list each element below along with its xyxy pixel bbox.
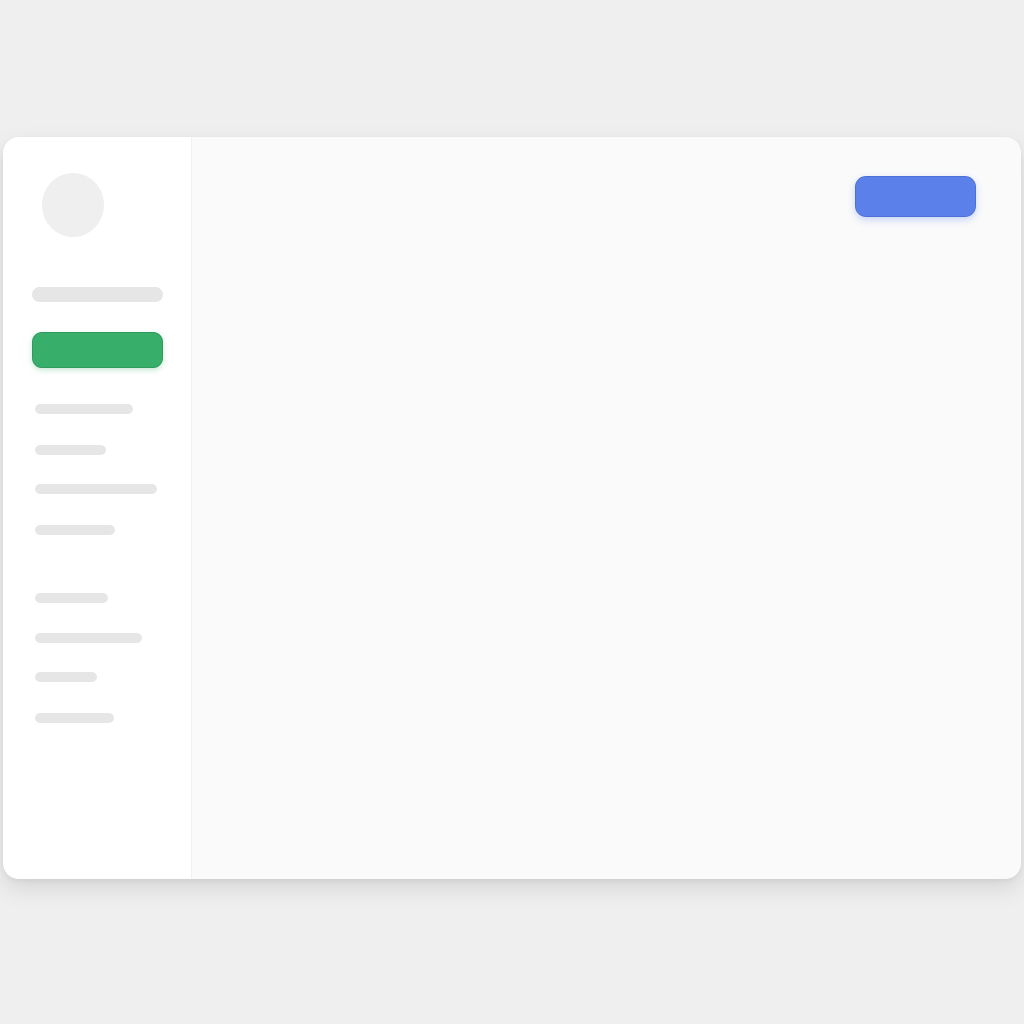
sidebar-item-6[interactable] [35,633,142,643]
sidebar-item-7[interactable] [35,672,97,682]
primary-nav-button[interactable] [32,332,163,368]
sidebar-item-5[interactable] [35,593,108,603]
sidebar-item-2[interactable] [35,445,106,455]
sidebar-item-3[interactable] [35,484,157,494]
sidebar-item-4[interactable] [35,525,115,535]
sidebar-item-8[interactable] [35,713,114,723]
sidebar-header-placeholder [32,287,163,302]
app-window [3,137,1021,879]
sidebar-item-1[interactable] [35,404,133,414]
avatar[interactable] [42,173,104,237]
sidebar [3,137,192,879]
main-content [192,137,1021,879]
header-action-button[interactable] [855,176,976,217]
